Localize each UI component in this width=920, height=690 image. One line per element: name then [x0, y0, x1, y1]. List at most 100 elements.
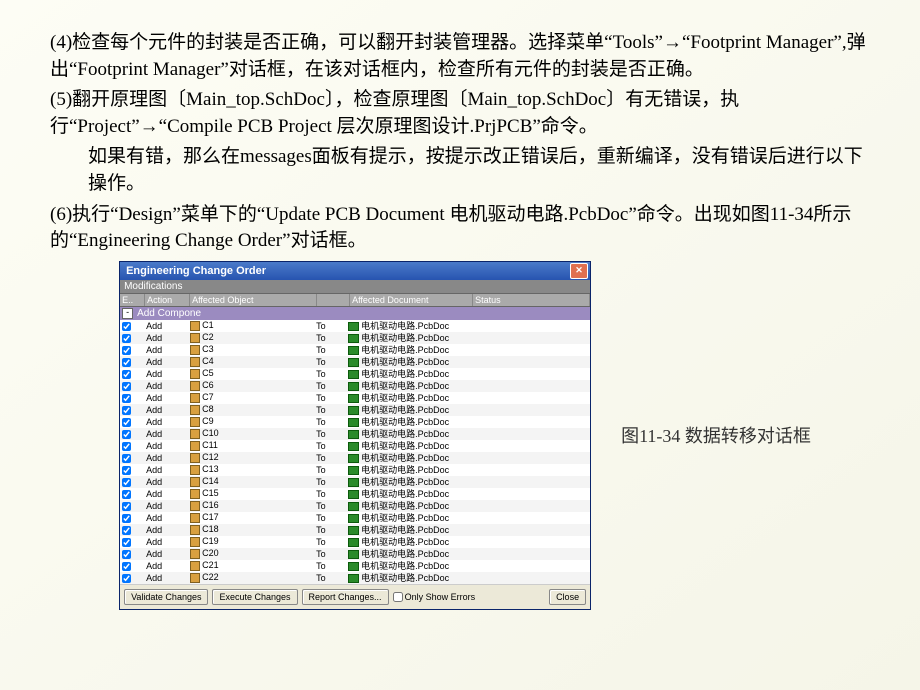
cell-affected-object: C19 [188, 536, 314, 547]
cell-to: To [314, 513, 346, 523]
cell-affected-object: C14 [188, 476, 314, 487]
component-icon [190, 369, 200, 379]
cell-action: Add [144, 441, 188, 451]
row-checkbox[interactable] [122, 538, 131, 547]
eco-header: Modifications [120, 280, 590, 293]
document-icon [348, 370, 359, 379]
execute-changes-button[interactable]: Execute Changes [212, 589, 297, 605]
col-check: E.. [120, 294, 145, 306]
table-row[interactable]: AddC6To电机驱动电路.PcbDoc [120, 380, 590, 392]
component-icon [190, 525, 200, 535]
table-row[interactable]: AddC2To电机驱动电路.PcbDoc [120, 332, 590, 344]
row-checkbox[interactable] [122, 490, 131, 499]
table-row[interactable]: AddC18To电机驱动电路.PcbDoc [120, 524, 590, 536]
eco-dialog: Engineering Change Order ✕ Modifications… [119, 261, 591, 610]
cell-to: To [314, 501, 346, 511]
table-row[interactable]: AddC5To电机驱动电路.PcbDoc [120, 368, 590, 380]
component-icon [190, 441, 200, 451]
table-row[interactable]: AddC15To电机驱动电路.PcbDoc [120, 488, 590, 500]
only-show-errors-input[interactable] [393, 592, 403, 602]
report-changes-button[interactable]: Report Changes... [302, 589, 389, 605]
cell-action: Add [144, 513, 188, 523]
cell-action: Add [144, 537, 188, 547]
table-row[interactable]: AddC16To电机驱动电路.PcbDoc [120, 500, 590, 512]
row-checkbox[interactable] [122, 430, 131, 439]
table-row[interactable]: AddC21To电机驱动电路.PcbDoc [120, 560, 590, 572]
cell-to: To [314, 489, 346, 499]
row-checkbox[interactable] [122, 346, 131, 355]
cell-to: To [314, 381, 346, 391]
table-row[interactable]: AddC10To电机驱动电路.PcbDoc [120, 428, 590, 440]
row-checkbox[interactable] [122, 406, 131, 415]
cell-affected-object: C7 [188, 392, 314, 403]
document-icon [348, 394, 359, 403]
component-icon [190, 405, 200, 415]
collapse-icon[interactable]: - [122, 308, 133, 319]
table-row[interactable]: AddC20To电机驱动电路.PcbDoc [120, 548, 590, 560]
component-icon [190, 393, 200, 403]
cell-action: Add [144, 525, 188, 535]
row-checkbox[interactable] [122, 454, 131, 463]
document-icon [348, 442, 359, 451]
row-checkbox[interactable] [122, 574, 131, 583]
table-row[interactable]: AddC3To电机驱动电路.PcbDoc [120, 344, 590, 356]
component-icon [190, 357, 200, 367]
table-row[interactable]: AddC22To电机驱动电路.PcbDoc [120, 572, 590, 584]
cell-action: Add [144, 333, 188, 343]
cell-to: To [314, 429, 346, 439]
row-checkbox[interactable] [122, 370, 131, 379]
eco-titlebar[interactable]: Engineering Change Order ✕ [120, 262, 590, 280]
cell-affected-object: C21 [188, 560, 314, 571]
close-icon[interactable]: ✕ [570, 263, 588, 279]
close-button[interactable]: Close [549, 589, 586, 605]
component-icon [190, 417, 200, 427]
eco-group-row[interactable]: - Add Compone [120, 307, 590, 320]
table-row[interactable]: AddC7To电机驱动电路.PcbDoc [120, 392, 590, 404]
table-row[interactable]: AddC19To电机驱动电路.PcbDoc [120, 536, 590, 548]
document-icon [348, 526, 359, 535]
document-icon [348, 490, 359, 499]
row-checkbox[interactable] [122, 526, 131, 535]
row-checkbox[interactable] [122, 502, 131, 511]
cell-to: To [314, 333, 346, 343]
only-show-errors-checkbox[interactable]: Only Show Errors [393, 592, 476, 602]
document-icon [348, 574, 359, 583]
row-checkbox[interactable] [122, 478, 131, 487]
table-row[interactable]: AddC9To电机驱动电路.PcbDoc [120, 416, 590, 428]
table-row[interactable]: AddC8To电机驱动电路.PcbDoc [120, 404, 590, 416]
cell-action: Add [144, 321, 188, 331]
row-checkbox[interactable] [122, 442, 131, 451]
cell-to: To [314, 573, 346, 583]
row-checkbox[interactable] [122, 322, 131, 331]
row-checkbox[interactable] [122, 334, 131, 343]
row-checkbox[interactable] [122, 562, 131, 571]
row-checkbox[interactable] [122, 550, 131, 559]
component-icon [190, 345, 200, 355]
cell-action: Add [144, 369, 188, 379]
cell-to: To [314, 537, 346, 547]
table-row[interactable]: AddC12To电机驱动电路.PcbDoc [120, 452, 590, 464]
row-checkbox[interactable] [122, 514, 131, 523]
document-icon [348, 334, 359, 343]
paragraph-5: (5)翻开原理图〔Main_top.SchDoc〕，检查原理图〔Main_top… [50, 87, 880, 140]
eco-columns: E.. Action Affected Object Affected Docu… [120, 293, 590, 307]
para-text-5a: 翻开原理图〔Main_top.SchDoc〕，检查原理图〔Main_top.Sc… [50, 89, 739, 137]
table-row[interactable]: AddC14To电机驱动电路.PcbDoc [120, 476, 590, 488]
cell-action: Add [144, 345, 188, 355]
cell-affected-object: C6 [188, 380, 314, 391]
row-checkbox[interactable] [122, 418, 131, 427]
cell-to: To [314, 561, 346, 571]
row-checkbox[interactable] [122, 394, 131, 403]
table-row[interactable]: AddC4To电机驱动电路.PcbDoc [120, 356, 590, 368]
row-checkbox[interactable] [122, 382, 131, 391]
table-row[interactable]: AddC1To电机驱动电路.PcbDoc [120, 320, 590, 332]
table-row[interactable]: AddC11To电机驱动电路.PcbDoc [120, 440, 590, 452]
document-icon [348, 418, 359, 427]
table-row[interactable]: AddC17To电机驱动电路.PcbDoc [120, 512, 590, 524]
row-checkbox[interactable] [122, 466, 131, 475]
cell-action: Add [144, 405, 188, 415]
cell-affected-document: 电机驱动电路.PcbDoc [346, 571, 468, 584]
row-checkbox[interactable] [122, 358, 131, 367]
table-row[interactable]: AddC13To电机驱动电路.PcbDoc [120, 464, 590, 476]
validate-changes-button[interactable]: Validate Changes [124, 589, 208, 605]
